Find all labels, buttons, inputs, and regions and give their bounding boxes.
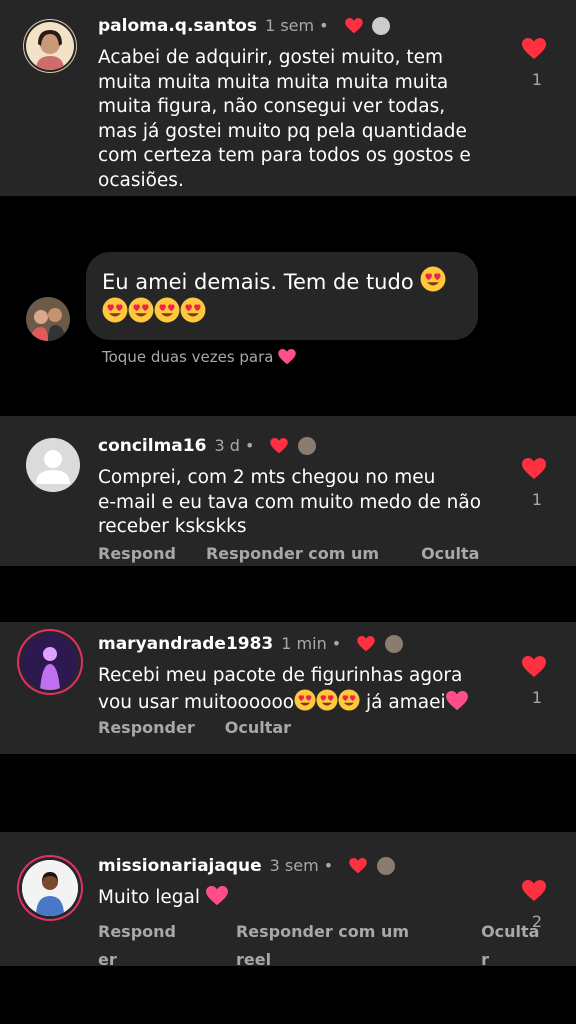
like-heart-icon[interactable] — [522, 38, 546, 60]
like-heart-icon[interactable] — [522, 458, 546, 480]
username[interactable]: concilma16 3 d • — [98, 436, 317, 456]
reply-button[interactable]: Respond — [98, 544, 176, 563]
reply-with-reel-button[interactable]: Responder com um reel — [236, 918, 439, 974]
pink-heart-emoji — [206, 886, 228, 906]
like-count: 1 — [531, 490, 542, 509]
like-heart-icon[interactable] — [522, 656, 546, 678]
smiling-face-with-heart-eyes-emoji — [316, 689, 338, 711]
heart-icon — [349, 858, 367, 874]
hide-button[interactable]: Ocultar — [481, 918, 569, 974]
comment-card: maryandrade1983 1 min • Recebi meu pacote… — [0, 622, 576, 754]
comment-card: concilma16 3 d • Comprei, com 2 mts chego… — [0, 416, 576, 566]
comment-text: Acabei de adquirir, gostei muito, tem mu… — [98, 47, 471, 191]
message-sender-avatar[interactable] — [26, 297, 70, 341]
smiling-face-with-heart-eyes-emoji — [420, 266, 446, 292]
heart-icon — [357, 636, 375, 652]
timestamp: 3 d • — [214, 436, 255, 455]
comment-actions: Respond Responder com um Oculta — [98, 544, 509, 563]
smiling-face-with-heart-eyes-emoji — [102, 297, 128, 323]
username[interactable]: paloma.q.santos 1 sem • — [98, 16, 391, 36]
like-count: 1 — [531, 70, 542, 89]
author-avatar-icon — [377, 857, 396, 875]
comment-text: Recebi meu pacote de figurinhas agora vo… — [98, 664, 518, 715]
avatar[interactable] — [22, 634, 78, 690]
pink-heart-emoji — [446, 691, 468, 711]
comment-text: Comprei, com 2 mts chegou no meu e-mail … — [98, 467, 482, 537]
heart-icon — [270, 438, 288, 454]
comment-text: Muito legal — [98, 886, 518, 911]
hide-button[interactable]: Oculta — [421, 544, 479, 563]
like-count: 1 — [531, 688, 542, 707]
timestamp: 3 sem • — [269, 856, 334, 875]
username[interactable]: missionariajaque 3 sem • — [98, 856, 396, 876]
reply-button[interactable]: Responder — [98, 918, 206, 974]
pink-heart-emoji — [278, 349, 296, 365]
comment-card: missionariajaque 3 sem • Muito legal Resp… — [0, 832, 576, 969]
double-tap-hint: Toque duas vezes para — [102, 348, 296, 366]
author-avatar-icon — [385, 635, 404, 653]
smiling-face-with-heart-eyes-emoji — [180, 297, 206, 323]
message-text: Eu amei demais. Tem de tudo — [102, 266, 446, 328]
username[interactable]: maryandrade1983 1 min • — [98, 634, 404, 654]
message-bubble[interactable]: Eu amei demais. Tem de tudo — [86, 252, 478, 340]
comment-actions: Respond er Responder com um reel Oculta r — [98, 918, 576, 974]
avatar[interactable] — [22, 860, 78, 916]
smiling-face-with-heart-eyes-emoji — [154, 297, 180, 323]
comment-card: paloma.q.santos 1 sem • Acabei de adquiri… — [0, 0, 576, 196]
like-heart-icon[interactable] — [522, 880, 546, 902]
smiling-face-with-heart-eyes-emoji — [294, 689, 316, 711]
reply-button[interactable]: Responder — [98, 718, 195, 737]
author-avatar-icon — [372, 17, 391, 35]
smiling-face-with-heart-eyes-emoji — [338, 689, 360, 711]
hide-button[interactable]: Ocultar — [225, 718, 291, 737]
like-count: 2 — [531, 912, 542, 931]
heart-icon — [345, 18, 363, 34]
reply-with-reel-button[interactable]: Responder com um — [206, 544, 379, 563]
timestamp: 1 min • — [281, 634, 342, 653]
author-avatar-icon — [298, 437, 317, 455]
avatar[interactable] — [26, 438, 80, 492]
comment-actions: Responder Ocultar — [98, 718, 321, 737]
timestamp: 1 sem • — [265, 16, 329, 35]
avatar[interactable] — [26, 22, 74, 70]
smiling-face-with-heart-eyes-emoji — [128, 297, 154, 323]
